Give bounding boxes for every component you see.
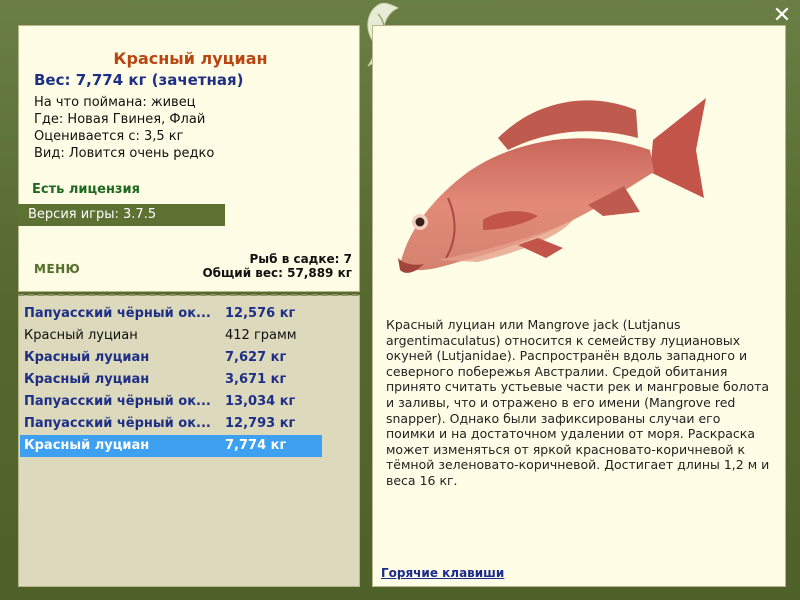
game-version: Версия игры: 3.7.5 <box>18 204 225 226</box>
fish-title: Красный луциан <box>113 49 268 68</box>
catch-list-item[interactable]: Папуасский чёрный ок... 12,793 кг <box>20 413 322 435</box>
caught-on: На что поймана: живец <box>34 95 196 110</box>
catch-fish-weight: 13,034 кг <box>225 394 296 409</box>
catch-fish-name: Папуасский чёрный ок... <box>24 394 211 409</box>
red-snapper-image <box>398 98 706 273</box>
location: Где: Новая Гвинея, Флай <box>34 112 206 127</box>
catch-fish-weight: 12,576 кг <box>225 306 296 321</box>
catch-fish-name: Папуасский чёрный ок... <box>24 306 211 321</box>
menu-button[interactable]: МЕНЮ <box>34 262 80 276</box>
fish-count: Рыб в садке: 7 <box>249 252 353 266</box>
catch-fish-weight: 7,627 кг <box>225 350 287 365</box>
catch-fish-name: Красный луциан <box>24 328 138 343</box>
rated-from: Оценивается с: 3,5 кг <box>34 129 184 144</box>
rarity: Вид: Ловится очень редко <box>34 146 215 161</box>
catch-list-item[interactable]: Красный луциан 7,774 кг <box>20 435 322 457</box>
catch-fish-name: Красный луциан <box>24 438 150 453</box>
catch-list: Папуасский чёрный ок... 12,576 кг Красный … <box>20 303 322 457</box>
catch-list-item[interactable]: Красный луциан 3,671 кг <box>20 369 322 391</box>
catch-list-item[interactable]: Папуасский чёрный ок... 13,034 кг <box>20 391 322 413</box>
fish-description: Красный луциан или Mangrove jack (Lutjan… <box>386 317 770 488</box>
catch-fish-name: Красный луциан <box>24 372 150 387</box>
catch-fish-weight: 7,774 кг <box>225 438 287 453</box>
catch-fish-weight: 3,671 кг <box>225 372 287 387</box>
keepnet-stats: Рыб в садке: 7 Общий вес: 57,889 кг <box>202 252 352 280</box>
catch-fish-weight: 412 грамм <box>225 328 297 343</box>
catch-fish-weight: 12,793 кг <box>225 416 296 431</box>
catch-fish-name: Красный луциан <box>24 350 150 365</box>
catch-fish-name: Папуасский чёрный ок... <box>24 416 211 431</box>
hotkeys-link[interactable]: Горячие клавиши <box>381 566 504 580</box>
catch-list-item[interactable]: Красный луциан 7,627 кг <box>20 347 322 369</box>
catch-list-item[interactable]: Папуасский чёрный ок... 12,576 кг <box>20 303 322 325</box>
fish-weight: Вес: 7,774 кг (зачетная) <box>34 71 244 89</box>
total-weight: Общий вес: 57,889 кг <box>202 266 352 280</box>
license-status: Есть лицензия <box>32 182 140 197</box>
dashed-divider <box>18 294 358 296</box>
catch-list-item[interactable]: Красный луциан 412 грамм <box>20 325 322 347</box>
